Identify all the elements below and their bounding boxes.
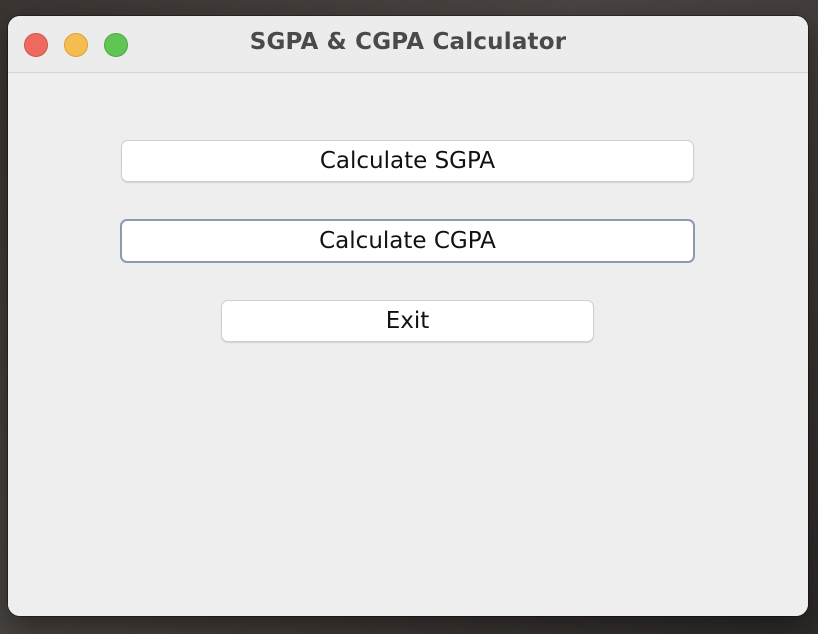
- window-title: SGPA & CGPA Calculator: [249, 29, 567, 55]
- window-content: Calculate SGPA Calculate CGPA Exit: [8, 73, 808, 616]
- calculate-cgpa-button[interactable]: Calculate CGPA: [120, 219, 695, 263]
- exit-button[interactable]: Exit: [221, 300, 594, 342]
- calculate-sgpa-button[interactable]: Calculate SGPA: [121, 140, 694, 182]
- title-bar[interactable]: SGPA & CGPA Calculator: [8, 16, 808, 73]
- app-window: SGPA & CGPA Calculator Calculate SGPA Ca…: [8, 16, 808, 616]
